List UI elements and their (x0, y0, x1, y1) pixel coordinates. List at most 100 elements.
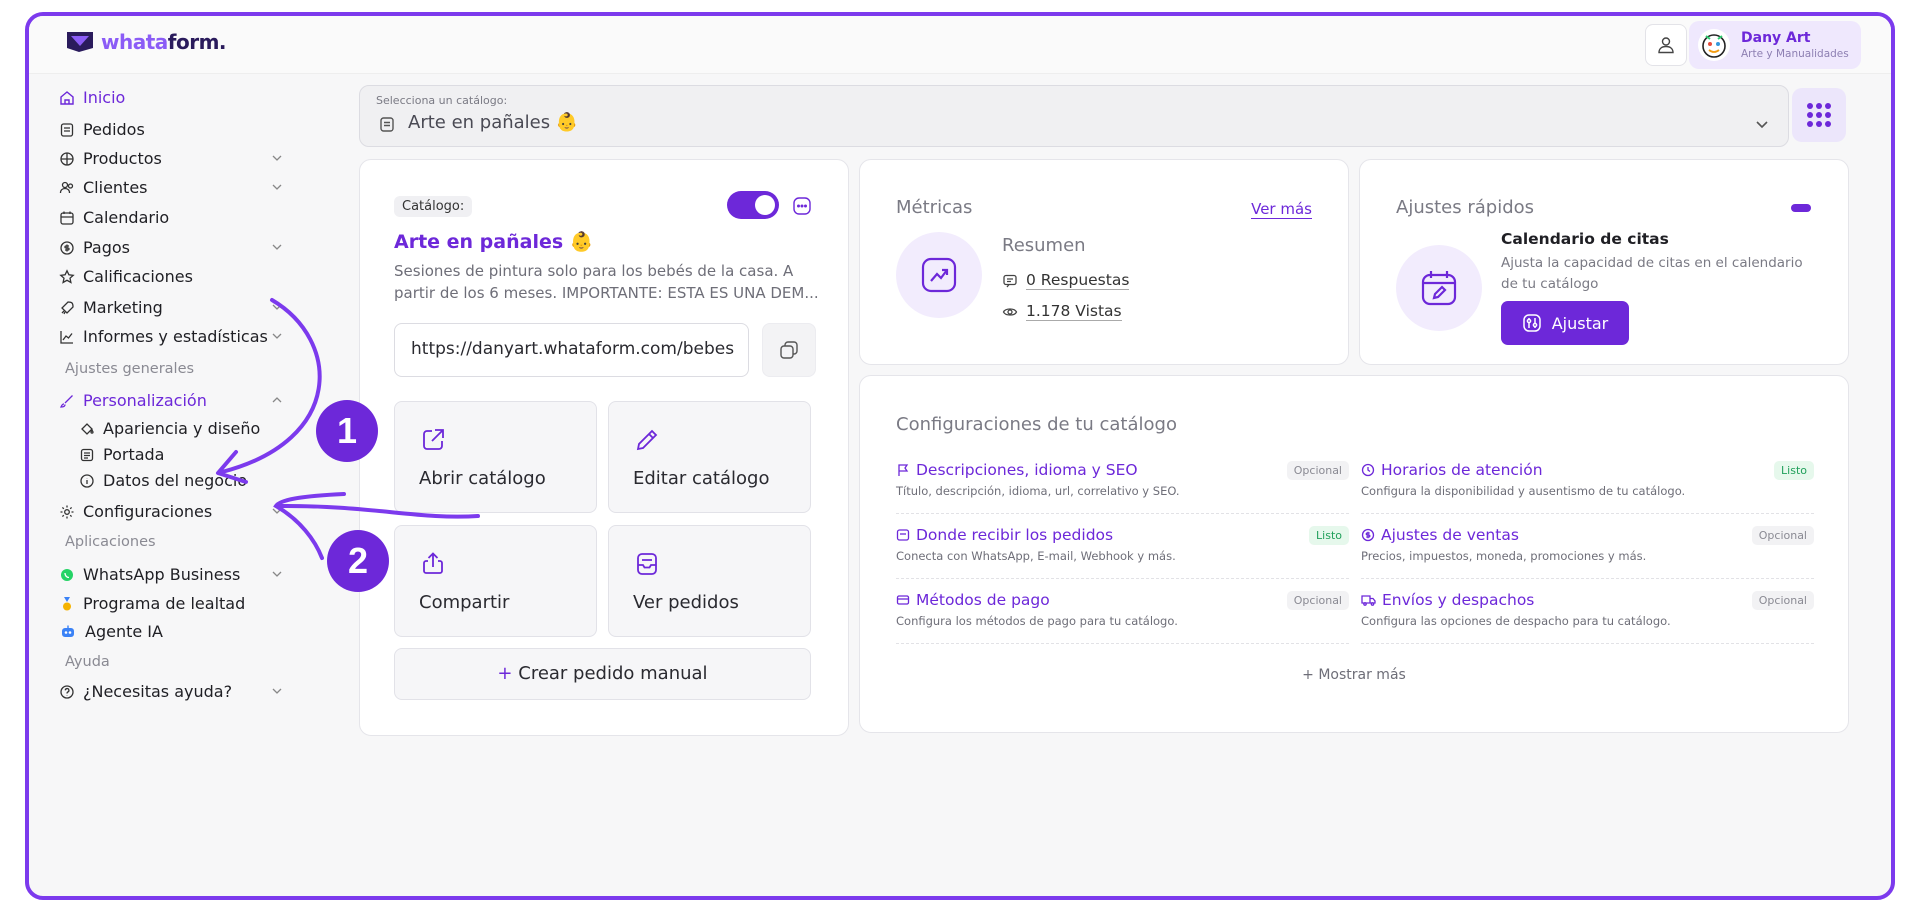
section-label-apps: Aplicaciones (65, 534, 156, 550)
truck-icon (1361, 595, 1376, 606)
eye-icon (1002, 307, 1018, 316)
catalog-url-field[interactable]: https://danyart.whataform.com/bebes (394, 323, 749, 377)
sidebar-item-marketing[interactable]: Marketing (59, 298, 284, 317)
sidebar-subitem-apariencia[interactable]: Apariencia y diseño (79, 419, 279, 438)
edit-catalog-tile[interactable]: Editar catálogo (608, 401, 811, 513)
sidebar-item-inicio[interactable]: Inicio (59, 88, 284, 107)
sidebar-item-ayuda[interactable]: ¿Necesitas ayuda? (59, 682, 284, 701)
medal-icon (63, 596, 71, 610)
view-orders-tile[interactable]: Ver pedidos (608, 525, 811, 637)
sidebar-item-agente-ia[interactable]: Agente IA (59, 622, 284, 641)
sliders-icon (1522, 314, 1541, 332)
sidebar-subitem-datos[interactable]: Datos del negocio (79, 471, 279, 490)
config-item-pedidos[interactable]: Donde recibir los pedidos Conecta con Wh… (896, 519, 1349, 579)
open-catalog-tile[interactable]: Abrir catálogo (394, 401, 597, 513)
logo[interactable]: whataform. (65, 30, 227, 54)
config-item-pagos[interactable]: Métodos de pago Configura los métodos de… (896, 584, 1349, 644)
coin-icon (60, 240, 74, 255)
share-tile[interactable]: Compartir (394, 525, 597, 637)
sidebar-item-label: WhatsApp Business (83, 565, 241, 584)
rocket-icon (61, 300, 74, 314)
account-name: Dany Art (1741, 30, 1811, 46)
more-options-icon[interactable] (792, 196, 812, 216)
catalog-enabled-toggle[interactable] (727, 191, 779, 219)
sidebar-item-pagos[interactable]: Pagos (59, 238, 284, 257)
status-badge: Opcional (1286, 591, 1349, 610)
calendar-icon (60, 211, 74, 225)
sidebar-item-label: Inicio (83, 88, 126, 107)
sidebar-item-informes[interactable]: Informes y estadísticas (59, 327, 284, 346)
section-label-help: Ayuda (65, 654, 110, 670)
config-item-title: Ajustes de ventas (1381, 526, 1519, 544)
config-item-ventas[interactable]: Ajustes de ventas Precios, impuestos, mo… (1361, 519, 1814, 579)
sidebar-item-clientes[interactable]: Clientes (59, 178, 284, 197)
grid-icon (1807, 103, 1831, 127)
profile-button[interactable] (1645, 24, 1687, 66)
sidebar-item-label: Informes y estadísticas (83, 327, 268, 346)
chevron-up-icon (272, 397, 282, 403)
step-2-badge: 2 (327, 530, 389, 592)
sidebar-item-personalizacion[interactable]: Personalización (59, 391, 284, 410)
sidebar-item-label: Productos (83, 149, 162, 168)
sidebar-item-label: Programa de lealtad (83, 594, 246, 613)
account-switcher[interactable]: Dany Art Arte y Manualidades (1689, 21, 1861, 69)
quick-item-description: Ajusta la capacidad de citas en el calen… (1501, 255, 1803, 292)
config-title: Configuraciones de tu catálogo (896, 414, 1177, 435)
orders-icon (637, 553, 657, 575)
carousel-indicator[interactable] (1791, 204, 1811, 212)
sidebar-item-whatsapp[interactable]: WhatsApp Business (59, 565, 284, 584)
sidebar-item-label: Pagos (83, 238, 131, 257)
info-icon (80, 473, 94, 488)
account-subtitle: Arte y Manualidades (1741, 48, 1849, 60)
clock-icon (1361, 463, 1375, 477)
paint-bucket-icon (81, 422, 94, 435)
chevron-down-icon (272, 508, 282, 514)
star-icon (59, 268, 75, 284)
config-item-horarios[interactable]: Horarios de atención Configura la dispon… (1361, 454, 1814, 514)
quick-item-title: Calendario de citas (1501, 230, 1669, 248)
status-badge: Opcional (1751, 591, 1814, 610)
catalog-title: Arte en pañales 👶 (394, 231, 594, 253)
status-badge: Listo (1309, 526, 1349, 545)
sidebar-item-configuraciones[interactable]: Configuraciones (59, 502, 284, 521)
sidebar-item-pedidos[interactable]: Pedidos (59, 120, 284, 139)
logo-icon (67, 32, 93, 52)
copy-url-button[interactable] (762, 323, 816, 377)
sidebar-item-label: Calendario (83, 208, 170, 227)
user-icon (1658, 37, 1674, 54)
quick-settings-title: Ajustes rápidos (1396, 197, 1535, 218)
gear-icon (60, 505, 74, 518)
chevron-down-icon (272, 688, 282, 694)
sidebar-item-calendario[interactable]: Calendario (59, 208, 284, 227)
view-orders-label: Ver pedidos (633, 592, 739, 613)
create-manual-order-button[interactable]: + Crear pedido manual (394, 648, 811, 700)
config-item-title: Donde recibir los pedidos (916, 526, 1114, 544)
robot-icon (62, 625, 74, 637)
catalog-selector[interactable]: Selecciona un catálogo: Arte en pañales … (359, 85, 1789, 147)
config-item-title: Descripciones, idioma y SEO (916, 461, 1138, 479)
sidebar-item-calificaciones[interactable]: Calificaciones (59, 267, 284, 286)
responses-metric[interactable]: 0 Respuestas (1002, 271, 1130, 290)
sidebar-item-label: Pedidos (83, 120, 145, 139)
chevron-down-icon (272, 184, 282, 190)
apps-grid-button[interactable] (1792, 88, 1846, 142)
config-item-desc: Conecta con WhatsApp, E-mail, Webhook y … (896, 549, 1176, 563)
adjust-button[interactable]: Ajustar (1501, 301, 1629, 345)
share-label: Compartir (419, 592, 510, 613)
status-badge: Opcional (1286, 461, 1349, 480)
sidebar-item-lealtad[interactable]: Programa de lealtad (59, 594, 284, 613)
metrics-see-more-link[interactable]: Ver más (1251, 200, 1312, 219)
sidebar-item-label: Apariencia y diseño (103, 419, 261, 438)
chevron-down-icon (272, 304, 282, 310)
config-item-envios[interactable]: Envíos y despachos Configura las opcione… (1361, 584, 1814, 644)
home-icon (60, 90, 74, 105)
avatar-icon (1698, 29, 1730, 61)
catalog-config-card: Configuraciones de tu catálogo Descripci… (859, 375, 1849, 733)
config-item-desc: Configura los métodos de pago para tu ca… (896, 614, 1178, 628)
config-item-seo[interactable]: Descripciones, idioma y SEO Título, desc… (896, 454, 1349, 514)
sidebar-item-productos[interactable]: Productos (59, 149, 284, 168)
share-icon (423, 552, 443, 574)
views-metric[interactable]: 1.178 Vistas (1002, 302, 1122, 321)
show-more-button[interactable]: + Mostrar más (860, 667, 1848, 683)
sidebar-subitem-portada[interactable]: Portada (79, 445, 279, 464)
